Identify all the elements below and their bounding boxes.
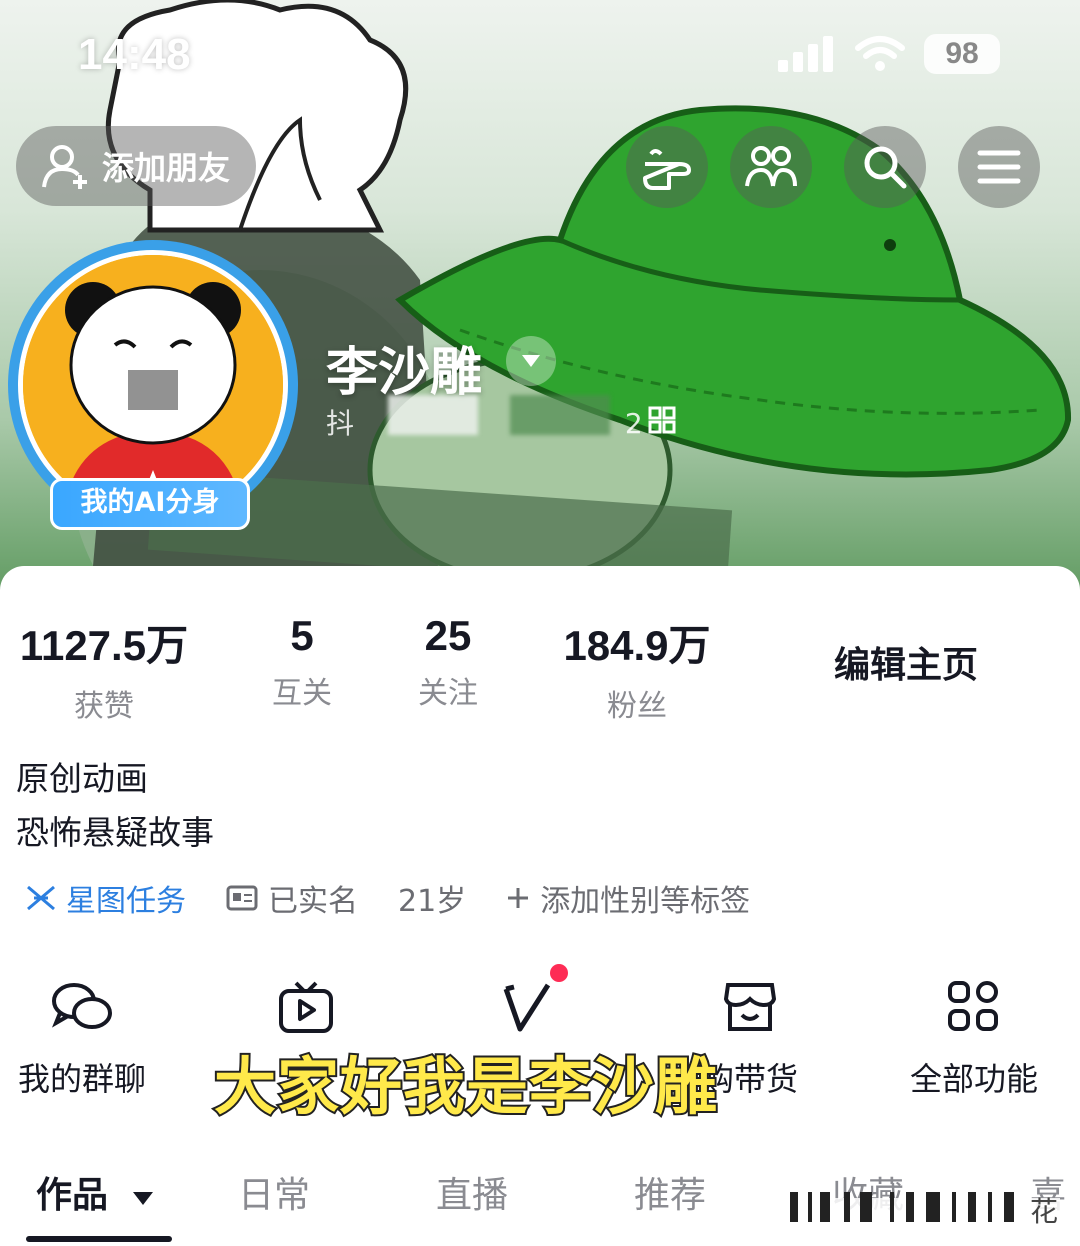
signal-icon	[778, 36, 833, 72]
bio-line: 原创动画	[16, 759, 148, 798]
shop-icon	[723, 983, 777, 1031]
verified-tag[interactable]: 已实名	[226, 876, 358, 920]
func-label: 全部功能	[909, 1060, 1038, 1098]
menu-button[interactable]	[958, 126, 1040, 208]
xingtu-icon	[27, 885, 55, 911]
stat-label: 粉丝	[607, 689, 667, 724]
func-label: 我的群聊	[17, 1060, 146, 1098]
video-icon	[279, 981, 333, 1033]
douyin-id-prefix: 抖	[326, 407, 355, 440]
status-bar: 14:48 98	[0, 20, 1080, 90]
notification-dot	[550, 964, 568, 982]
stat-value: 184.9万	[563, 622, 711, 669]
watermark-text: 花	[1030, 1195, 1059, 1228]
panda-avatar-illustration	[23, 255, 283, 515]
add-tags-button[interactable]: 添加性别等标签	[506, 876, 750, 920]
age-tag: 21岁	[398, 876, 466, 920]
xingtu-label: 星图任务	[66, 884, 186, 919]
profile-tags: 星图任务 已实名 21岁 添加性别等标签	[26, 876, 790, 920]
plus-icon	[508, 888, 529, 908]
profile-name: 李沙雕	[326, 343, 483, 403]
stat-label: 互关	[272, 676, 332, 711]
add-friend-label: 添加朋友	[102, 149, 231, 187]
status-time: 14:48	[78, 30, 191, 79]
account-switch-button[interactable]	[506, 336, 556, 386]
xingtu-task-tag[interactable]: 星图任务	[26, 876, 186, 920]
grid-icon	[948, 981, 998, 1031]
qr-code-icon[interactable]	[648, 406, 676, 434]
visitors-button[interactable]	[626, 126, 708, 208]
douyin-id-suffix: 2	[624, 407, 643, 440]
v-icon	[503, 983, 551, 1032]
tab-works[interactable]: 作品	[36, 1166, 155, 1218]
stat-label: 获赞	[74, 689, 134, 724]
watermark-barcode	[720, 1192, 1060, 1224]
stat-mutual[interactable]: 5 互关	[250, 612, 354, 712]
ai-clone-badge[interactable]: 我的AI分身	[50, 478, 250, 530]
wifi-icon	[855, 36, 905, 71]
all-functions-button[interactable]: 全部功能	[894, 972, 1054, 1100]
group-chat-icon	[51, 983, 112, 1029]
stat-label: 关注	[418, 676, 478, 711]
tab-live[interactable]: 直播	[436, 1166, 508, 1218]
edit-profile-button[interactable]: 编辑主页	[834, 636, 978, 688]
friends-icon	[745, 146, 797, 187]
my-group-chat-button[interactable]: 我的群聊	[2, 972, 162, 1100]
battery-indicator: 98	[924, 34, 1000, 74]
redacted-id	[388, 395, 478, 435]
stat-likes[interactable]: 1127.5万 获赞	[14, 612, 194, 725]
tab-daily[interactable]: 日常	[238, 1166, 310, 1218]
tab-recommend[interactable]: 推荐	[634, 1166, 706, 1218]
caret-down-icon	[522, 355, 540, 367]
stat-value: 5	[290, 612, 314, 659]
stat-followers[interactable]: 184.9万 粉丝	[552, 612, 722, 725]
id-card-icon	[226, 885, 258, 911]
pointing-hand-icon	[643, 149, 691, 190]
stat-following[interactable]: 25 关注	[396, 612, 500, 712]
caret-down-icon	[132, 1192, 153, 1205]
redacted-id	[510, 395, 610, 435]
age-label: 21岁	[398, 884, 467, 919]
menu-icon	[977, 150, 1021, 184]
stat-value: 25	[424, 612, 472, 659]
search-button[interactable]	[844, 126, 926, 208]
location-arrow-icon	[216, 42, 248, 74]
add-friend-button[interactable]: 添加朋友	[16, 126, 256, 206]
search-icon	[864, 146, 907, 189]
add-user-icon	[42, 145, 87, 189]
verified-label: 已实名	[268, 884, 358, 919]
video-subtitle: 大家好我是李沙雕	[212, 1048, 719, 1125]
add-tags-label: 添加性别等标签	[540, 884, 751, 919]
stat-value: 1127.5万	[19, 622, 189, 669]
active-tab-indicator	[26, 1236, 172, 1242]
bio-line: 恐怖悬疑故事	[16, 813, 214, 852]
tab-label: 作品	[36, 1175, 109, 1216]
friends-button[interactable]	[730, 126, 812, 208]
